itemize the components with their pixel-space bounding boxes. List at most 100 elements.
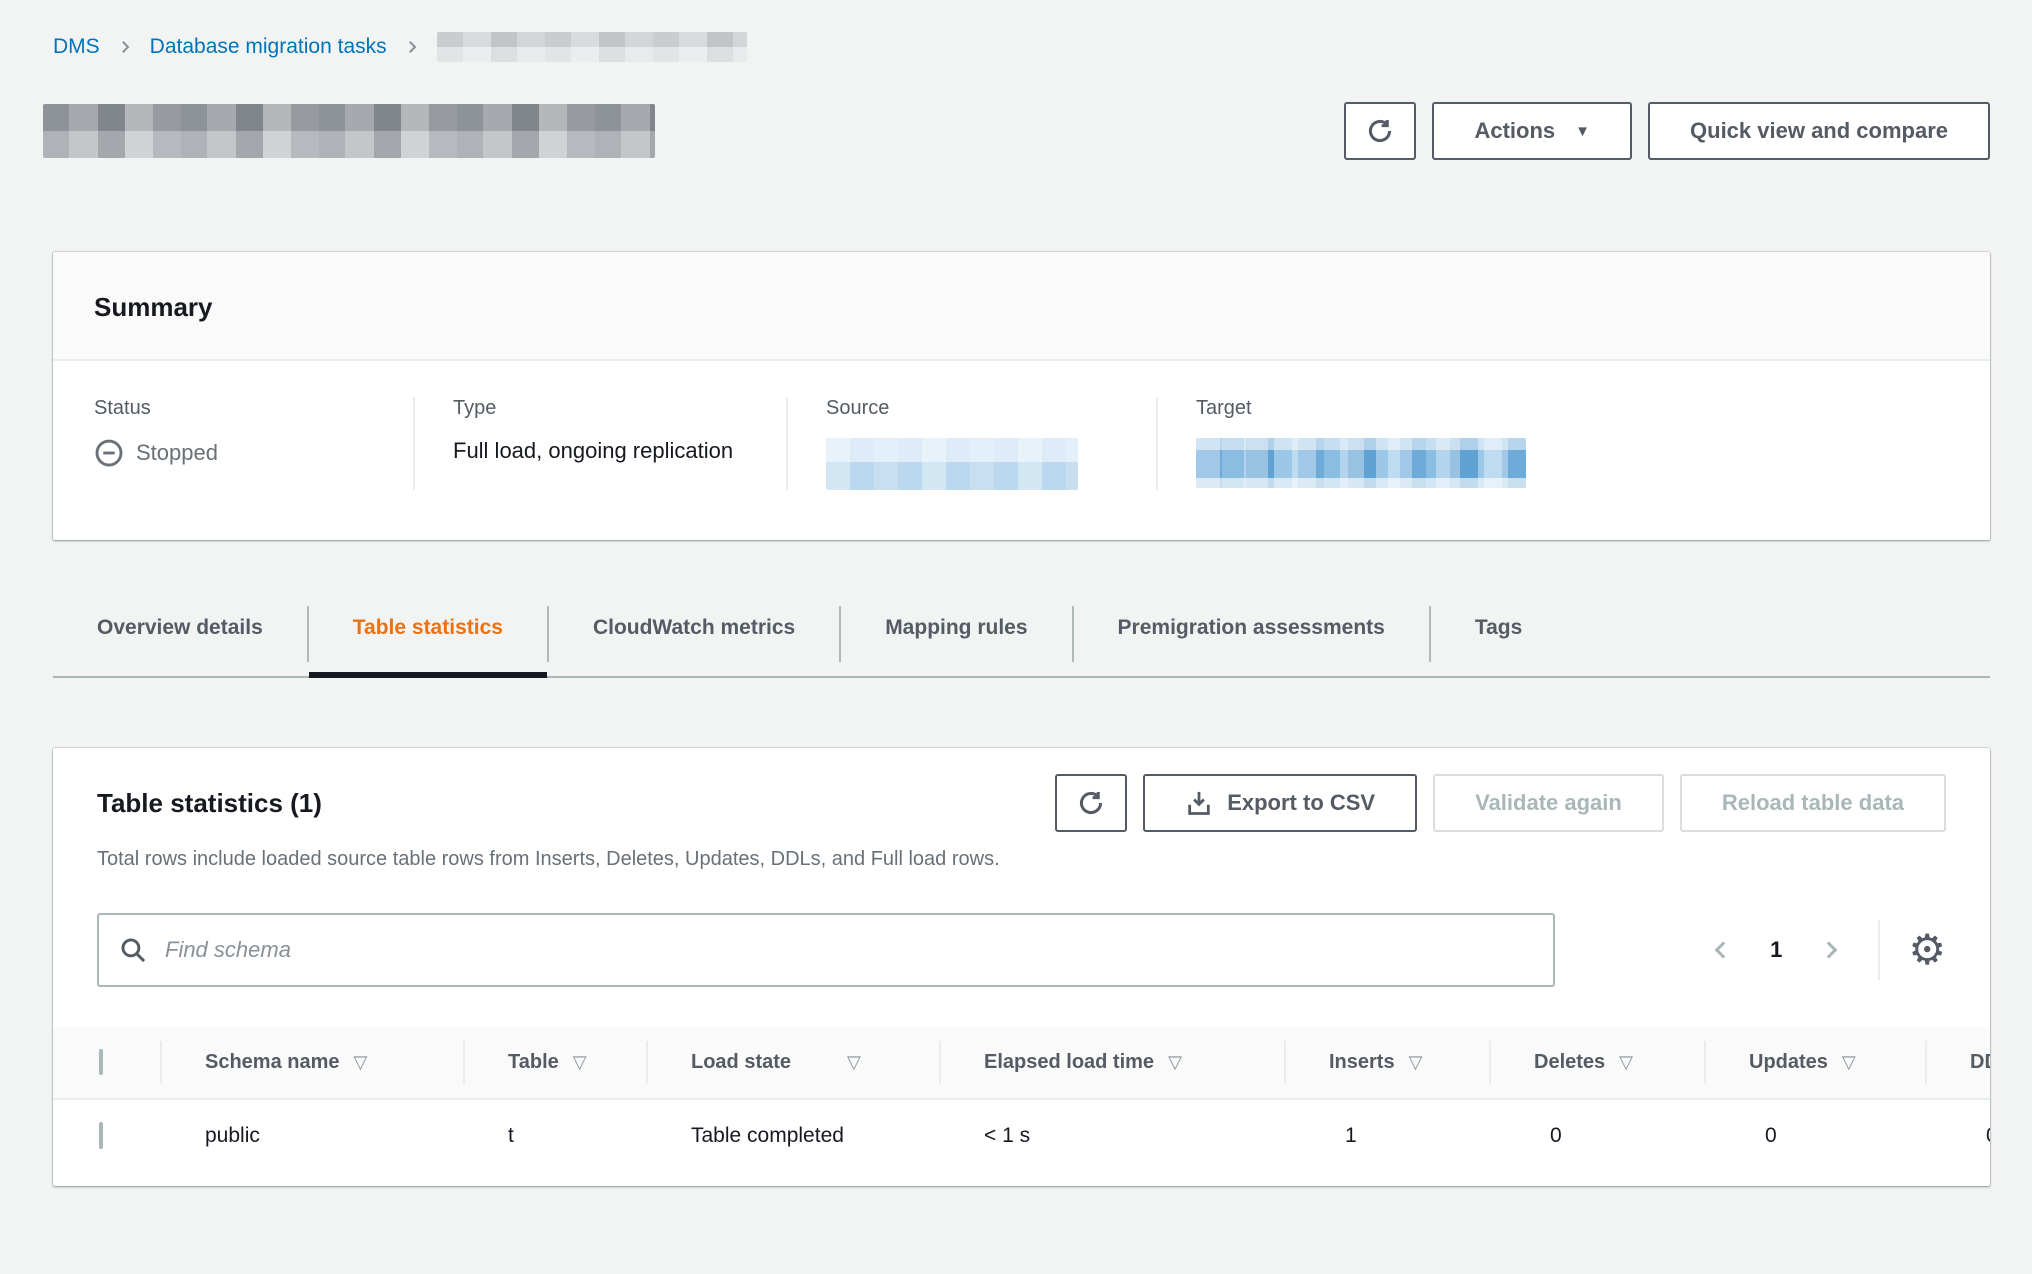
sort-icon: ▽ (1842, 1052, 1856, 1072)
table-card-header: Table statistics (1) Export to CSV Valid… (53, 748, 1990, 832)
sort-icon: ▽ (1619, 1052, 1633, 1072)
preferences-gear-button[interactable]: ⚙ (1908, 929, 1946, 971)
tab-cloudwatch-metrics[interactable]: CloudWatch metrics (549, 604, 839, 676)
table-row: public t Table completed < 1 s 1 0 0 0 (53, 1098, 1990, 1172)
tab-label: CloudWatch metrics (593, 616, 795, 639)
column-header-table[interactable]: Table ▽ (464, 1027, 647, 1098)
pagination-divider (1878, 920, 1880, 980)
active-tab-indicator (309, 672, 547, 678)
quick-view-compare-button[interactable]: Quick view and compare (1648, 102, 1990, 160)
tab-label: Overview details (97, 616, 263, 639)
column-header-schema-name[interactable]: Schema name ▽ (161, 1027, 464, 1098)
column-label: DDLs (1970, 1051, 1990, 1073)
row-select-cell (53, 1100, 161, 1172)
table-refresh-button[interactable] (1055, 774, 1127, 832)
tab-label: Tags (1475, 616, 1522, 639)
column-header-load-state[interactable]: Load state ▽ (647, 1027, 940, 1098)
type-value: Full load, ongoing replication (453, 438, 786, 464)
search-icon (119, 936, 147, 964)
status-value: Stopped (136, 440, 218, 466)
select-all-cell (53, 1027, 161, 1098)
table-note: Total rows include loaded source table r… (97, 848, 1946, 871)
column-label: Load state (691, 1051, 791, 1073)
tab-table-statistics[interactable]: Table statistics (309, 604, 547, 676)
reload-table-data-button[interactable]: Reload table data (1680, 774, 1946, 832)
find-schema-input[interactable] (97, 913, 1555, 987)
breadcrumb-chevron-icon (403, 38, 421, 56)
sort-icon: ▽ (1168, 1052, 1182, 1072)
cell-elapsed-load-time: < 1 s (940, 1100, 1285, 1172)
export-to-csv-button[interactable]: Export to CSV (1143, 774, 1417, 832)
column-divider (463, 1041, 465, 1084)
summary-title: Summary (94, 292, 1949, 323)
summary-field-target: Target (1156, 397, 1990, 490)
tab-tags[interactable]: Tags (1431, 604, 1566, 676)
breadcrumb-chevron-icon (116, 38, 134, 56)
pagination: 1 ⚙ (1702, 920, 1946, 980)
cell-table: t (464, 1100, 647, 1172)
column-header-elapsed-load-time[interactable]: Elapsed load time▽ (940, 1027, 1285, 1098)
column-header-inserts[interactable]: Inserts▽ (1285, 1027, 1490, 1098)
previous-page-button[interactable] (1702, 931, 1740, 969)
select-all-checkbox[interactable] (99, 1049, 103, 1075)
column-label: Schema name (205, 1051, 340, 1073)
chevron-left-icon (1708, 937, 1734, 963)
sort-icon: ▽ (573, 1052, 587, 1072)
actions-button[interactable]: Actions ▼ (1432, 102, 1632, 160)
tab-mapping-rules[interactable]: Mapping rules (841, 604, 1071, 676)
tab-overview-details[interactable]: Overview details (53, 604, 307, 676)
column-header-updates[interactable]: Updates▽ (1705, 1027, 1926, 1098)
row-checkbox[interactable] (99, 1122, 103, 1149)
sort-icon: ▽ (354, 1052, 368, 1072)
tab-label: Table statistics (353, 616, 503, 639)
column-divider (1925, 1041, 1927, 1084)
column-divider (646, 1041, 648, 1084)
breadcrumb-link-tasks[interactable]: Database migration tasks (150, 35, 387, 59)
summary-field-status: Status Stopped (53, 397, 413, 490)
header-actions: Actions ▼ Quick view and compare (1344, 102, 1990, 160)
reload-label: Reload table data (1722, 790, 1904, 816)
column-label: Deletes (1534, 1051, 1605, 1073)
statistics-table: Schema name ▽ Table ▽ Load state ▽ Elapsed … (53, 1027, 1990, 1172)
chevron-right-icon (1818, 937, 1844, 963)
table-statistics-card: Table statistics (1) Export to CSV Valid… (53, 748, 1990, 1186)
column-label: Table (508, 1051, 559, 1073)
column-divider (1489, 1041, 1491, 1084)
cell-schema-name: public (161, 1100, 464, 1172)
refresh-button[interactable] (1344, 102, 1416, 160)
validate-again-button[interactable]: Validate again (1433, 774, 1664, 832)
column-header-ddls[interactable]: DDLs (1926, 1027, 1990, 1098)
cell-load-state: Table completed (647, 1100, 940, 1172)
refresh-icon (1366, 117, 1394, 145)
summary-body: Status Stopped Type Full load, ongoing r… (53, 361, 1990, 540)
cell-inserts: 1 (1285, 1100, 1490, 1172)
source-endpoint-redacted-link[interactable] (826, 438, 1078, 490)
breadcrumb-link-dms[interactable]: DMS (53, 35, 100, 59)
breadcrumb-current-redacted (437, 32, 747, 62)
summary-card: Summary Status Stopped Type Full load, o… (53, 252, 1990, 540)
download-icon (1185, 789, 1213, 817)
tab-premigration-assessments[interactable]: Premigration assessments (1074, 604, 1429, 676)
target-endpoint-redacted-link[interactable] (1196, 438, 1526, 488)
table-statistics-title: Table statistics (1) (97, 788, 322, 819)
dms-task-page: DMS Database migration tasks Actions ▼ Q… (0, 0, 2032, 1274)
current-page-number[interactable]: 1 (1770, 937, 1782, 963)
caret-down-icon: ▼ (1575, 124, 1590, 139)
next-page-button[interactable] (1812, 931, 1850, 969)
cell-updates: 0 (1705, 1100, 1926, 1172)
export-label: Export to CSV (1227, 790, 1375, 816)
column-header-deletes[interactable]: Deletes ▽ (1490, 1027, 1705, 1098)
column-divider (160, 1041, 162, 1084)
breadcrumb: DMS Database migration tasks (53, 0, 1990, 62)
page-content: DMS Database migration tasks Actions ▼ Q… (53, 0, 1990, 1186)
target-label: Target (1196, 397, 1990, 420)
schema-search (97, 913, 1555, 987)
column-divider (1284, 1041, 1286, 1084)
actions-button-label: Actions (1474, 118, 1555, 144)
task-name-redacted (43, 104, 655, 158)
column-divider (1704, 1041, 1706, 1084)
type-label: Type (453, 397, 786, 420)
quick-view-label: Quick view and compare (1690, 118, 1948, 144)
sort-icon: ▽ (847, 1052, 861, 1072)
summary-field-type: Type Full load, ongoing replication (413, 397, 786, 490)
